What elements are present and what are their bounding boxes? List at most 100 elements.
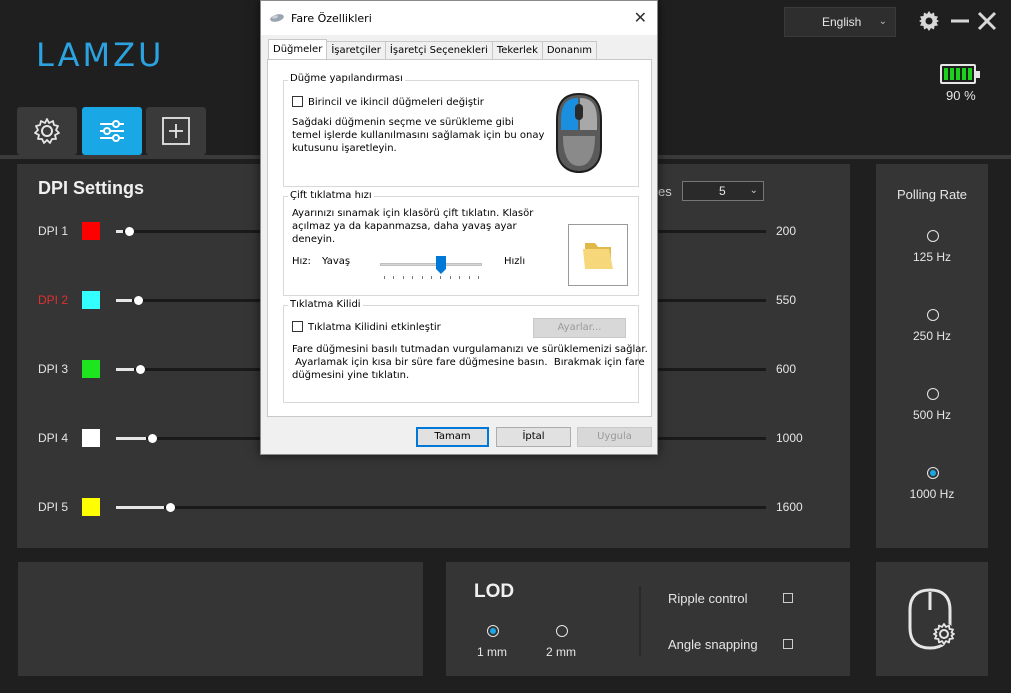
polling-radio-1000[interactable] xyxy=(927,467,939,479)
polling-label-125: 125 Hz xyxy=(912,250,952,264)
dpi-slider-fill xyxy=(116,230,123,233)
slider-tick xyxy=(421,276,423,279)
dpi-label[interactable]: DPI 1 xyxy=(38,224,68,238)
mouse-icon xyxy=(270,14,284,22)
click-lock-title: Tıklatma Kilidi xyxy=(288,299,363,310)
tab-sheet: Düğme yapılandırması Birincil ve ikincil… xyxy=(267,59,652,417)
click-lock-checkbox[interactable] xyxy=(292,321,303,332)
polling-label-500: 500 Hz xyxy=(912,408,952,422)
tab-macro[interactable] xyxy=(146,107,206,155)
dpi-value: 600 xyxy=(776,362,797,376)
dpi-profiles-select[interactable]: 5 ⌄ xyxy=(682,181,764,201)
mouse-gear-icon xyxy=(908,588,955,650)
dpi-value: 550 xyxy=(776,293,797,307)
tab-hardware[interactable]: Donanım xyxy=(541,41,598,59)
gear-icon xyxy=(34,118,60,144)
tab-buttons[interactable]: Düğmeler xyxy=(268,39,328,59)
battery-percentage: 90 % xyxy=(946,88,976,103)
dialog-tabs: Düğmeler İşaretçiler İşaretçi Seçenekler… xyxy=(268,39,598,60)
angle-snapping-checkbox[interactable] xyxy=(783,639,793,649)
tab-pointers[interactable]: İşaretçiler xyxy=(326,41,386,59)
double-click-desc-3: deneyin. xyxy=(292,234,336,245)
speed-label: Hız: xyxy=(292,256,311,267)
dpi-label[interactable]: DPI 5 xyxy=(38,500,68,514)
ok-button[interactable]: Tamam xyxy=(416,427,489,447)
dialog-close-icon[interactable]: ✕ xyxy=(634,8,647,27)
double-click-speed-thumb[interactable] xyxy=(436,256,447,274)
sliders-icon xyxy=(100,120,124,142)
tab-pointer-options[interactable]: İşaretçi Seçenekleri xyxy=(384,41,493,59)
slider-tick xyxy=(459,276,461,279)
speed-slow-label: Yavaş xyxy=(322,256,351,267)
lod-radio-2mm[interactable] xyxy=(556,625,568,637)
close-icon[interactable] xyxy=(977,10,997,32)
test-folder-area[interactable] xyxy=(568,224,628,286)
double-click-desc-2: açılmaz ya da kapanmazsa, daha yavaş aya… xyxy=(292,221,517,232)
ripple-control-label: Ripple control xyxy=(668,591,748,606)
polling-label-1000: 1000 Hz xyxy=(909,487,955,501)
mouse-settings-panel[interactable] xyxy=(876,562,988,676)
language-value: English xyxy=(822,15,862,29)
lod-label-1mm: 1 mm xyxy=(477,645,507,659)
speed-fast-label: Hızlı xyxy=(504,256,526,267)
slider-tick xyxy=(412,276,414,279)
app-logo: LAMZU xyxy=(36,36,165,74)
dpi-label[interactable]: DPI 2 xyxy=(38,293,68,307)
swap-buttons-label: Birincil ve ikincil düğmeleri değiştir xyxy=(308,97,484,108)
tab-wheel[interactable]: Tekerlek xyxy=(491,41,543,59)
swap-buttons-checkbox[interactable] xyxy=(292,96,303,107)
dpi-color-swatch[interactable] xyxy=(82,429,100,447)
click-lock-settings-button[interactable]: Ayarlar... xyxy=(533,318,626,338)
dpi-value: 1600 xyxy=(776,500,803,514)
dpi-slider-fill xyxy=(116,506,165,509)
dialog-titlebar[interactable]: Fare Özellikleri ✕ xyxy=(261,1,657,35)
double-click-title: Çift tıklatma hızı xyxy=(288,190,374,201)
dpi-row: DPI 5 1600 xyxy=(38,498,828,518)
double-click-desc-1: Ayarınızı sınamak için klasörü çift tıkl… xyxy=(292,208,534,219)
polling-radio-250[interactable] xyxy=(927,309,939,321)
apply-button[interactable]: Uygula xyxy=(577,427,652,447)
slider-tick xyxy=(402,276,404,279)
double-click-speed-track[interactable] xyxy=(380,263,482,266)
slider-tick xyxy=(478,276,479,279)
language-select[interactable]: English ⌄ xyxy=(784,7,896,37)
polling-radio-500[interactable] xyxy=(927,388,939,400)
ripple-control-checkbox[interactable] xyxy=(783,593,793,603)
dpi-slider-fill xyxy=(116,437,146,440)
polling-radio-125[interactable] xyxy=(927,230,939,242)
slider-tick xyxy=(393,276,395,279)
dpi-slider-thumb[interactable] xyxy=(124,227,134,236)
dpi-slider-thumb[interactable] xyxy=(134,296,144,305)
slider-tick xyxy=(431,276,432,279)
tab-performance[interactable] xyxy=(82,107,142,155)
slider-tick xyxy=(440,276,442,279)
dialog-title: Fare Özellikleri xyxy=(291,12,372,25)
dpi-color-swatch[interactable] xyxy=(82,498,100,516)
dpi-profiles-label: es xyxy=(658,184,672,199)
mouse-properties-dialog: Fare Özellikleri ✕ Düğmeler İşaretçiler … xyxy=(260,0,658,455)
click-lock-desc-1: Fare düğmesini basılı tutmadan vurgulama… xyxy=(292,344,648,355)
dpi-slider-thumb[interactable] xyxy=(147,434,157,443)
minimize-icon[interactable] xyxy=(950,10,970,32)
dpi-color-swatch[interactable] xyxy=(82,291,100,309)
settings-gear-icon[interactable] xyxy=(918,10,940,32)
dpi-color-swatch[interactable] xyxy=(82,222,100,240)
dpi-slider-fill xyxy=(116,368,135,371)
dpi-slider-thumb[interactable] xyxy=(166,503,176,512)
dpi-label[interactable]: DPI 3 xyxy=(38,362,68,376)
polling-label-250: 250 Hz xyxy=(912,329,952,343)
dpi-profiles-value: 5 xyxy=(719,184,726,198)
dpi-slider-thumb[interactable] xyxy=(136,365,146,374)
slider-tick xyxy=(468,276,470,279)
click-lock-label: Tıklatma Kilidini etkinleştir xyxy=(308,322,441,333)
lod-divider xyxy=(639,586,641,656)
dpi-value: 200 xyxy=(776,224,797,238)
dpi-slider[interactable] xyxy=(116,503,766,512)
dpi-color-swatch[interactable] xyxy=(82,360,100,378)
tab-general-settings[interactable] xyxy=(17,107,77,155)
lod-radio-1mm[interactable] xyxy=(487,625,499,637)
chevron-down-icon: ⌄ xyxy=(878,16,887,27)
button-config-title: Düğme yapılandırması xyxy=(288,73,405,84)
cancel-button[interactable]: İptal xyxy=(496,427,571,447)
dpi-label[interactable]: DPI 4 xyxy=(38,431,68,445)
